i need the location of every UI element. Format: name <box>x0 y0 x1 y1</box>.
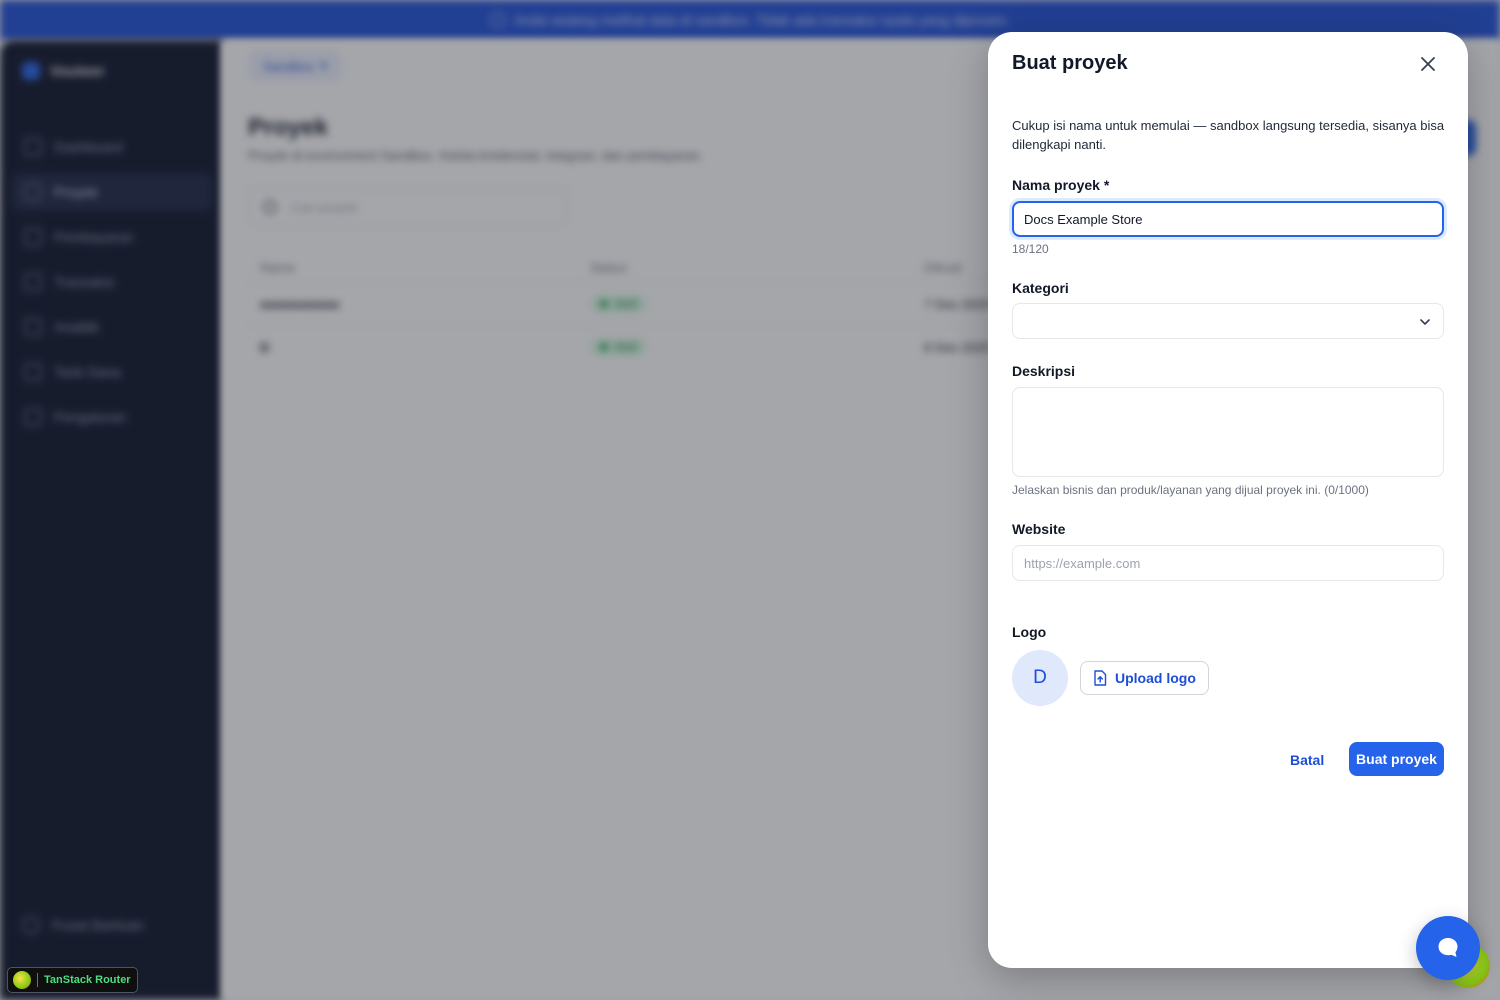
dialog-title: Buat proyek <box>1012 52 1128 74</box>
website-input[interactable] <box>1012 545 1444 581</box>
description-hint: Jelaskan bisnis dan produk/layanan yang … <box>1012 483 1369 497</box>
category-label: Kategori <box>1012 280 1069 296</box>
create-project-button[interactable]: Buat proyek <box>1349 742 1444 776</box>
file-upload-icon <box>1094 670 1107 686</box>
close-icon <box>1421 57 1435 71</box>
close-button[interactable] <box>1416 52 1440 76</box>
chevron-down-icon <box>1420 319 1430 325</box>
website-label: Website <box>1012 521 1066 537</box>
project-name-label: Nama proyek * <box>1012 177 1110 193</box>
upload-logo-button[interactable]: Upload logo <box>1080 661 1209 695</box>
router-devtools-toggle[interactable]: TanStack Router <box>7 967 138 993</box>
chat-bubble-icon <box>1438 938 1458 957</box>
logo-label: Logo <box>1012 624 1047 640</box>
category-select[interactable] <box>1012 303 1444 339</box>
create-project-dialog: Buat proyek Cukup isi nama untuk memulai… <box>988 32 1468 968</box>
upload-logo-label: Upload logo <box>1115 670 1196 686</box>
project-name-counter: 18/120 <box>1012 242 1049 256</box>
tanstack-logo-icon <box>13 971 31 989</box>
logo-avatar: D <box>1012 650 1068 706</box>
project-name-input[interactable] <box>1012 201 1444 237</box>
description-label: Deskripsi <box>1012 363 1076 379</box>
dialog-description: Cukup isi nama untuk memulai — sandbox l… <box>1012 118 1445 152</box>
chat-button[interactable] <box>1416 916 1480 980</box>
devtools-label: TanStack Router <box>44 974 131 986</box>
cancel-button[interactable]: Batal <box>1276 744 1338 776</box>
divider <box>37 973 38 987</box>
description-textarea[interactable] <box>1012 387 1444 477</box>
